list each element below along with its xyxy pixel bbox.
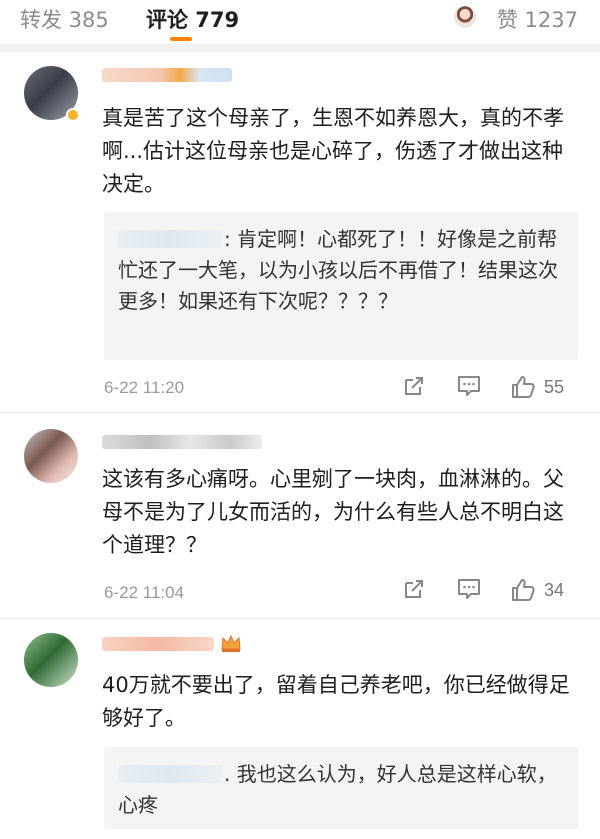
crown-badge-icon [221,634,241,652]
username-blurred[interactable] [102,435,262,449]
share-icon[interactable] [402,374,426,398]
comment-item: 这该有多心痛呀。心里剜了一块肉，血淋淋的。父母不是为了儿女而活的，为什么有些人总… [0,413,600,618]
like-thumb-icon[interactable] [510,577,536,603]
tab-like[interactable]: 赞 1237 [497,4,578,34]
comment-item: 真是苦了这个母亲了，生恩不如养恩大，真的不孝啊...估计这位母亲也是心碎了，伤透… [0,52,600,412]
tab-repost[interactable]: 转发 385 [20,4,109,34]
section-divider [0,44,600,52]
like-count: 55 [544,377,565,397]
comment-text: 这该有多心痛呀。心里剜了一块肉，血淋淋的。父母不是为了儿女而活的，为什么有些人总… [102,467,564,557]
reply-username-blurred [118,765,222,783]
reply-username-blurred [118,230,222,248]
username-blurred[interactable] [102,68,232,82]
active-tab-indicator [170,37,192,41]
comment-text: 40万就不要出了，留着自己养老吧，你已经做得足够好了。 [102,673,570,730]
liker-avatar [454,6,476,28]
comment-item: 40万就不要出了，留着自己养老吧，你已经做得足够好了。 . 我也这么认为，好人总… [0,619,600,839]
like-count: 34 [544,580,565,600]
avatar[interactable] [24,633,78,687]
comment-timestamp: 6-22 11:20 [104,378,185,397]
comment-text: 真是苦了这个母亲了，生恩不如养恩大，真的不孝啊...估计这位母亲也是心碎了，伤透… [102,106,564,196]
comment-tab-bar: 转发 385 评论 779 赞 1237 [0,0,600,44]
username-blurred[interactable] [102,637,214,651]
avatar[interactable] [24,429,78,483]
comment-icon[interactable] [456,374,482,398]
comment-actions: 34 [402,577,582,607]
reply-box[interactable]: . 我也这么认为，好人总是这样心软，心疼 [104,747,578,829]
share-icon[interactable] [402,577,426,601]
like-thumb-icon[interactable] [510,374,536,400]
comment-icon[interactable] [456,577,482,601]
verified-badge-icon [66,108,80,122]
comment-timestamp: 6-22 11:04 [104,583,185,602]
reply-box[interactable]: : 肯定啊！心都死了！！好像是之前帮忙还了一大笔，以为小孩以后不再借了！结果这次… [104,212,578,360]
comment-actions: 55 [402,374,582,404]
